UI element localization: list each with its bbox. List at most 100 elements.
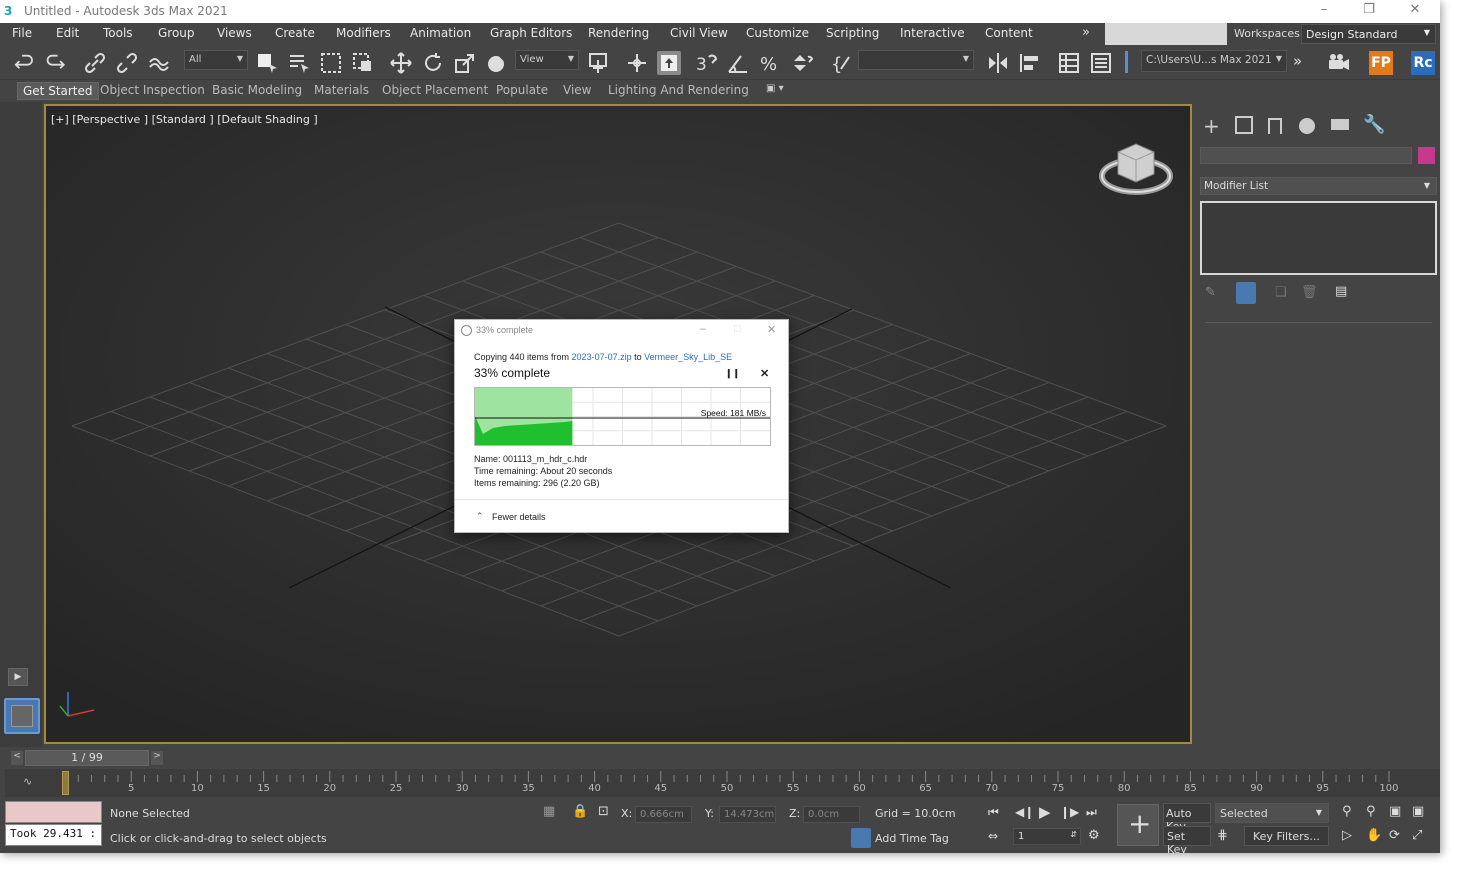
ribbon-toggle-icon[interactable]: ▣ ▾	[766, 83, 784, 94]
select-by-name-icon[interactable]	[287, 51, 311, 75]
next-key-icon[interactable]: ❙▶	[1060, 805, 1079, 819]
fewer-details-link[interactable]: Fewer details	[492, 512, 546, 522]
placement-icon[interactable]	[485, 51, 509, 75]
object-color-swatch[interactable]	[1418, 147, 1435, 164]
time-configuration-icon[interactable]: ⚙	[1088, 828, 1100, 843]
time-tag-icon[interactable]	[851, 828, 871, 848]
tab-lighting-and-rendering[interactable]: Lighting And Rendering	[608, 83, 749, 97]
named-selection-select[interactable]: ▼	[858, 50, 974, 70]
spinner-snap-icon[interactable]	[790, 51, 814, 75]
undo-icon[interactable]	[12, 51, 36, 75]
menu-interactive[interactable]: Interactive	[900, 26, 965, 40]
play-icon[interactable]: ▶	[1039, 803, 1051, 821]
reference-coordinate-select[interactable]: View ▼	[515, 50, 579, 70]
previous-key-icon[interactable]: ◀❙	[1015, 805, 1034, 819]
go-to-end-icon[interactable]: ⏭	[1086, 805, 1097, 820]
hierarchy-tab-icon[interactable]	[1268, 118, 1282, 134]
zoom-extents-all-icon[interactable]: ▣	[1412, 804, 1424, 819]
select-object-icon[interactable]	[255, 51, 279, 75]
tab-populate[interactable]: Populate	[496, 83, 548, 97]
maximize-viewport-icon[interactable]: ⤢	[1412, 828, 1422, 843]
snaps-toggle-icon[interactable]: 3	[694, 51, 718, 75]
expand-left-panel-icon[interactable]: ▶	[8, 668, 28, 686]
manipulate-icon[interactable]	[625, 51, 649, 75]
configure-modifier-sets-icon[interactable]: ▤	[1335, 284, 1347, 299]
menu-rendering[interactable]: Rendering	[588, 26, 649, 40]
viewport-layout-tab[interactable]	[4, 698, 40, 734]
maxscript-output[interactable]: Took 29.431 :	[5, 824, 102, 846]
object-name-field[interactable]	[1200, 147, 1412, 164]
menu-create[interactable]: Create	[275, 26, 315, 40]
forest-pack-icon[interactable]: FP	[1369, 51, 1393, 75]
zoom-all-icon[interactable]: ⚲	[1366, 804, 1376, 819]
key-filters-button[interactable]: Key Filters...	[1244, 826, 1329, 846]
menu-file[interactable]: File	[12, 26, 32, 40]
close-icon[interactable]: ✕	[1401, 2, 1429, 20]
go-to-start-icon[interactable]: ⏮	[988, 805, 999, 820]
scene-explorer-icon[interactable]	[1057, 51, 1081, 75]
dialog-close-icon[interactable]: ✕	[767, 323, 776, 336]
x-coordinate-field[interactable]: 0.666cm	[635, 806, 692, 823]
selection-filter-select[interactable]: All ▼	[184, 50, 248, 70]
maxscript-listener[interactable]	[5, 801, 102, 823]
menu-overflow-icon[interactable]: »	[1082, 25, 1090, 40]
redo-icon[interactable]	[44, 51, 68, 75]
previous-frame-icon[interactable]: <	[11, 751, 23, 765]
tab-materials[interactable]: Materials	[314, 83, 369, 97]
menu-modifiers[interactable]: Modifiers	[336, 26, 391, 40]
viewcube-icon[interactable]	[1098, 136, 1174, 200]
viewport-label[interactable]: [+] [Perspective ] [Standard ] [Default …	[51, 113, 318, 126]
remove-modifier-icon[interactable]: 🗑	[1301, 285, 1318, 300]
time-slider-thumb[interactable]: 1 / 99	[25, 750, 149, 766]
absolute-mode-icon[interactable]: ⊡	[598, 804, 609, 819]
y-coordinate-field[interactable]: 14.473cm	[719, 806, 776, 823]
default-tangent-icon[interactable]: ⋕	[1217, 828, 1228, 843]
current-frame-field[interactable]: 1 ⇵	[1013, 828, 1081, 845]
add-time-tag[interactable]: Add Time Tag	[875, 832, 949, 845]
tab-basic-modeling[interactable]: Basic Modeling	[212, 83, 302, 97]
modifier-list-select[interactable]: Modifier List ▼	[1200, 177, 1437, 195]
tab-object-inspection[interactable]: Object Inspection	[100, 83, 205, 97]
track-bar[interactable]: ∿ 5 10 15 20 25 30 35 40 45 50 55 60 65 70 75 80 85 90 95 1…	[5, 769, 1440, 797]
z-coordinate-field[interactable]: 0.0cm	[803, 806, 860, 823]
restore-icon[interactable]: ❐	[1355, 2, 1383, 20]
key-mode-select[interactable]: Selected ▼	[1215, 803, 1329, 823]
unlink-icon[interactable]	[115, 51, 139, 75]
time-slider[interactable]: < 1 / 99 >	[5, 749, 1440, 767]
create-tab-icon[interactable]: +	[1203, 114, 1220, 138]
next-frame-icon[interactable]: >	[151, 751, 163, 765]
utilities-tab-icon[interactable]: 🔧	[1363, 114, 1385, 135]
rectangular-selection-icon[interactable]	[319, 51, 343, 75]
show-end-result-icon[interactable]	[1236, 282, 1256, 304]
selection-lock-icon[interactable]: 🔒	[572, 804, 588, 819]
angle-snap-icon[interactable]	[726, 51, 750, 75]
make-unique-icon[interactable]: ❑	[1275, 285, 1287, 300]
set-keys-button[interactable]: +	[1117, 804, 1159, 846]
keyboard-shortcut-override-icon[interactable]	[657, 51, 681, 75]
menu-group[interactable]: Group	[158, 26, 195, 40]
orbit-icon[interactable]: ⟳	[1389, 828, 1400, 843]
modifier-stack[interactable]	[1200, 201, 1437, 275]
field-of-view-icon[interactable]: ▷	[1342, 828, 1352, 843]
minimize-icon[interactable]: –	[1310, 2, 1338, 20]
rotate-icon[interactable]	[421, 51, 445, 75]
chevron-up-icon[interactable]: ⌃	[476, 511, 484, 522]
tab-object-placement[interactable]: Object Placement	[382, 83, 488, 97]
isolate-selection-icon[interactable]: ▦	[543, 804, 555, 819]
motion-tab-icon[interactable]	[1299, 118, 1315, 134]
menu-edit[interactable]: Edit	[56, 26, 79, 40]
toolbar-overflow-icon[interactable]: »	[1293, 52, 1302, 70]
key-mode-toggle-icon[interactable]: ⇔	[988, 829, 998, 843]
menu-content[interactable]: Content	[985, 26, 1033, 40]
pivot-center-icon[interactable]	[587, 51, 611, 75]
auto-key-button[interactable]: Auto Key	[1163, 803, 1211, 833]
railclone-icon[interactable]: Rc	[1411, 51, 1435, 75]
zoom-extents-icon[interactable]: ▣	[1389, 804, 1401, 819]
dialog-minimize-icon[interactable]: –	[700, 323, 706, 335]
link-icon[interactable]	[83, 51, 107, 75]
modify-tab-icon[interactable]	[1235, 116, 1253, 134]
civil-view-icon[interactable]	[1327, 51, 1351, 75]
layer-explorer-icon[interactable]	[1089, 51, 1113, 75]
set-key-button[interactable]: Set Key	[1163, 826, 1211, 853]
cancel-copy-icon[interactable]: ✕	[760, 367, 769, 380]
